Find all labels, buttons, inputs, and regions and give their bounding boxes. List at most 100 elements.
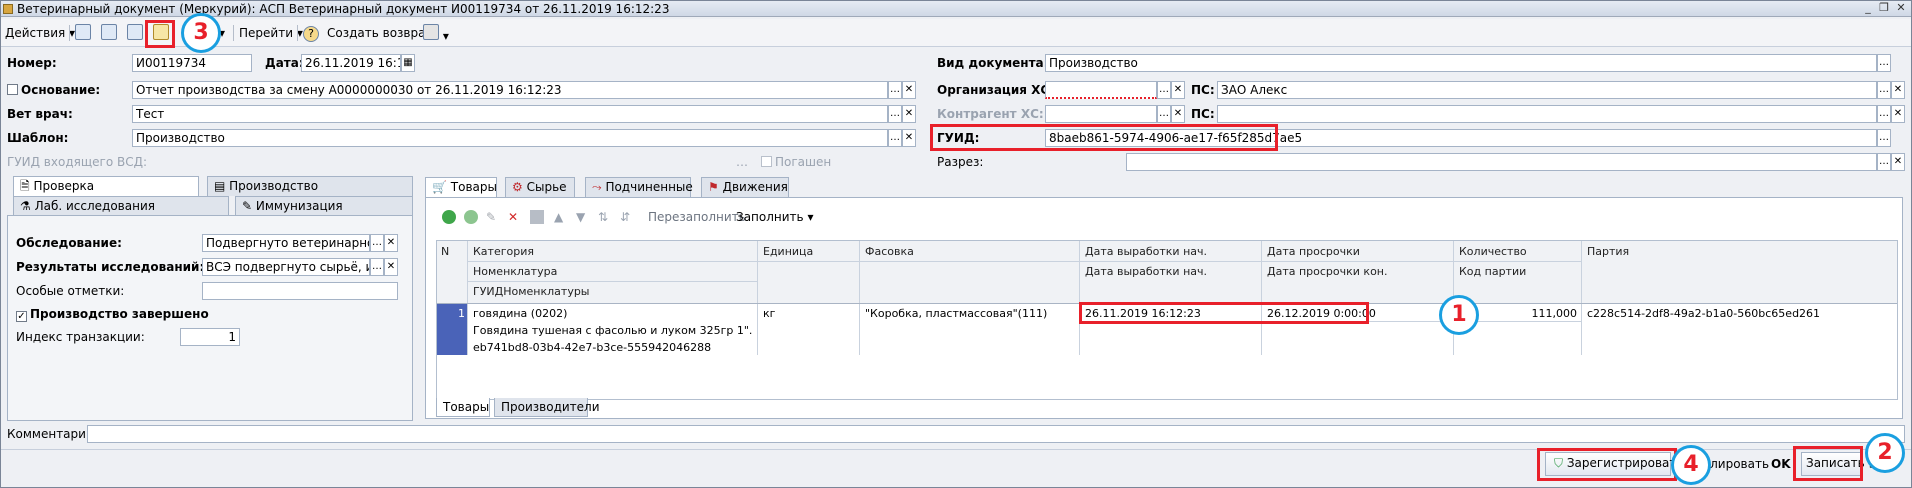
- select-basis-button[interactable]: …: [888, 81, 902, 99]
- structure-icon[interactable]: [101, 24, 117, 42]
- end-edit-icon[interactable]: [530, 210, 544, 224]
- copy-icon[interactable]: [127, 24, 143, 42]
- basis-field[interactable]: Отчет производства за смену А0000000030 …: [132, 81, 888, 99]
- doctype-field[interactable]: Производство: [1045, 54, 1877, 72]
- number-field[interactable]: И00119734: [132, 54, 252, 72]
- select-template-button[interactable]: …: [888, 129, 902, 147]
- vet-field[interactable]: Тест: [132, 105, 888, 123]
- cancel-button-partial[interactable]: улировать: [1703, 455, 1769, 473]
- ok-button[interactable]: OK: [1771, 455, 1791, 473]
- select-section-button[interactable]: …: [1877, 153, 1891, 171]
- move-up-icon[interactable]: ▲: [554, 208, 563, 226]
- delete-row-icon[interactable]: ✕: [508, 208, 518, 226]
- header-category[interactable]: Категория: [473, 245, 534, 258]
- notes-field[interactable]: [202, 282, 398, 300]
- clear-ps2-icon[interactable]: ✕: [1891, 105, 1905, 123]
- results-field[interactable]: ВСЭ подвергнуто сырьё, из кот: [202, 258, 370, 276]
- header-guid-nomenclature[interactable]: ГУИДНоменклатуры: [473, 285, 590, 298]
- extinguished-checkbox[interactable]: Погашен: [761, 153, 831, 171]
- add-icon[interactable]: [442, 210, 456, 224]
- header-batch-code[interactable]: Код партии: [1459, 265, 1526, 278]
- help-icon[interactable]: ?: [303, 24, 319, 42]
- ps2-field[interactable]: [1217, 105, 1877, 123]
- guid-in-select[interactable]: …: [736, 153, 748, 171]
- header-batch[interactable]: Партия: [1587, 245, 1629, 258]
- select-ps-button[interactable]: …: [1877, 81, 1891, 99]
- header-n[interactable]: N: [441, 245, 449, 258]
- select-doctype-button[interactable]: …: [1877, 54, 1891, 72]
- close-icon[interactable]: ✕: [1894, 2, 1908, 14]
- org-field[interactable]: [1045, 81, 1157, 99]
- calendar-icon[interactable]: ▦: [401, 54, 415, 72]
- production-done-checkbox[interactable]: ✓ Производство завершено: [16, 305, 209, 323]
- txn-field[interactable]: 1: [180, 328, 240, 346]
- clear-section-icon[interactable]: ✕: [1891, 153, 1905, 171]
- tab-goods-bottom[interactable]: Товары: [436, 398, 490, 417]
- header-qty[interactable]: Количество: [1459, 245, 1527, 258]
- contractor-field[interactable]: [1045, 105, 1157, 123]
- select-guid-button[interactable]: …: [1877, 129, 1891, 147]
- cell-batch[interactable]: c228c514-2df8-49a2-b1a0-560bc65ed261: [1587, 307, 1820, 320]
- clear-results-icon[interactable]: ✕: [384, 258, 398, 276]
- clear-org-icon[interactable]: ✕: [1171, 81, 1185, 99]
- sort-desc-icon[interactable]: ⇵: [620, 208, 630, 226]
- date-field[interactable]: 26.11.2019 16:12:23: [301, 54, 401, 72]
- tab-production[interactable]: ▤ Производство: [207, 176, 413, 196]
- tab-lab[interactable]: ⚗ Лаб. исследования: [13, 196, 229, 216]
- tab-movements[interactable]: ⚑ Движения: [701, 177, 789, 197]
- highlight-register: [1537, 448, 1677, 481]
- goto-menu[interactable]: Перейти ▾: [239, 24, 303, 42]
- tab-subordinate[interactable]: ⤳ Подчиненные: [585, 177, 693, 197]
- sort-asc-icon[interactable]: ⇅: [598, 208, 608, 226]
- clear-template-icon[interactable]: ✕: [902, 129, 916, 147]
- highlight-dates: [1079, 302, 1369, 324]
- toolbar-separator: [233, 25, 234, 41]
- cell-unit[interactable]: кг: [763, 307, 775, 320]
- clear-survey-icon[interactable]: ✕: [384, 234, 398, 252]
- header-expiry[interactable]: Дата просрочки: [1267, 245, 1360, 258]
- create-return-button[interactable]: Создать возврат: [327, 24, 432, 42]
- cell-nomenclature[interactable]: Говядина тушеная с фасолью и луком 325гр…: [473, 324, 753, 337]
- check-panel: Обследование: Подвергнуто ветеринарно-са…: [7, 215, 413, 421]
- post-icon[interactable]: [75, 24, 91, 42]
- tab-check[interactable]: 🗎 Проверка: [13, 176, 199, 196]
- header-expiry-end[interactable]: Дата просрочки кон.: [1267, 265, 1388, 278]
- clear-ps-icon[interactable]: ✕: [1891, 81, 1905, 99]
- section-field[interactable]: [1126, 153, 1877, 171]
- minimize-icon[interactable]: _: [1861, 2, 1875, 14]
- fill-menu[interactable]: Заполнить ▾: [736, 208, 813, 226]
- move-down-icon[interactable]: ▼: [576, 208, 585, 226]
- cell-pack[interactable]: "Коробка, пластмассовая"(111): [865, 307, 1047, 320]
- actions-menu[interactable]: Действия ▾: [5, 24, 75, 42]
- cell-category[interactable]: говядина (0202): [473, 307, 567, 320]
- select-results-button[interactable]: …: [370, 258, 384, 276]
- tab-raw[interactable]: ⚙ Сырье: [505, 177, 575, 197]
- tab-immunization[interactable]: ✎ Иммунизация: [235, 196, 413, 216]
- ps-field[interactable]: ЗАО Алекс: [1217, 81, 1877, 99]
- tab-goods[interactable]: 🛒 Товары: [425, 177, 497, 197]
- restore-icon[interactable]: ❐: [1877, 2, 1891, 14]
- cell-guid-nomenclature[interactable]: eb741bd8-03b4-42e7-b3ce-555942046288: [473, 341, 711, 354]
- notes-label: Особые отметки:: [16, 284, 125, 298]
- edit-row-icon[interactable]: ✎: [486, 208, 496, 226]
- print-icon[interactable]: ▾: [423, 24, 449, 43]
- header-unit[interactable]: Единица: [763, 245, 813, 258]
- header-nomenclature[interactable]: Номенклатура: [473, 265, 557, 278]
- header-pack[interactable]: Фасовка: [865, 245, 914, 258]
- select-org-button[interactable]: …: [1157, 81, 1171, 99]
- header-prod-start-2[interactable]: Дата выработки нач.: [1085, 265, 1207, 278]
- refill-button[interactable]: Перезаполнить: [648, 208, 746, 226]
- clear-contractor-icon[interactable]: ✕: [1171, 105, 1185, 123]
- survey-field[interactable]: Подвергнуто ветеринарно-сани: [202, 234, 370, 252]
- copy-row-icon[interactable]: [464, 210, 478, 224]
- select-ps2-button[interactable]: …: [1877, 105, 1891, 123]
- header-prod-start[interactable]: Дата выработки нач.: [1085, 245, 1207, 258]
- clear-basis-icon[interactable]: ✕: [902, 81, 916, 99]
- tab-producers[interactable]: Производители: [494, 398, 600, 417]
- select-contractor-button[interactable]: …: [1157, 105, 1171, 123]
- select-survey-button[interactable]: …: [370, 234, 384, 252]
- clear-vet-icon[interactable]: ✕: [902, 105, 916, 123]
- template-field[interactable]: Производство: [132, 129, 888, 147]
- comment-field[interactable]: [87, 425, 1905, 443]
- select-vet-button[interactable]: …: [888, 105, 902, 123]
